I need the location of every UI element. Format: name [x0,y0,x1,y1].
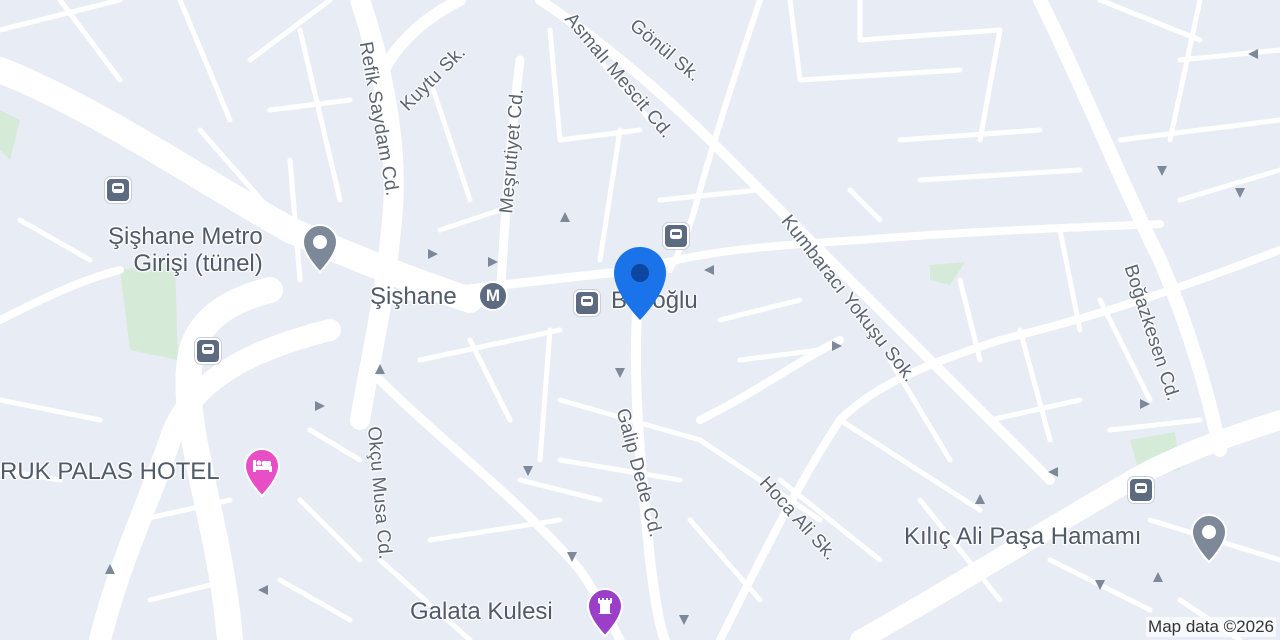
tower-pin-icon[interactable] [585,586,625,638]
map-attribution: Map data ©2026 [1146,617,1276,637]
bus-stop-icon[interactable] [1128,477,1154,503]
place-label-sishane-metro-girisi[interactable]: Şişhane Metro Girişi (tünel) [108,223,263,277]
selected-location-pin-icon[interactable] [610,244,670,324]
bus-stop-icon[interactable] [195,338,221,364]
funicular-station-icon[interactable] [574,290,600,316]
place-pin-icon[interactable] [1189,512,1229,564]
hotel-pin-icon[interactable] [242,446,282,498]
bus-stop-icon[interactable] [105,177,131,203]
place-label-kilic-ali-pasa-hamami[interactable]: Kılıç Ali Paşa Hamamı [904,523,1141,551]
place-label-galata-kulesi[interactable]: Galata Kulesi [410,598,553,626]
place-label-hotel[interactable]: RUK PALAS HOTEL [0,458,220,486]
metro-station-icon[interactable]: M [478,281,508,311]
map-canvas[interactable]: Refik Saydam Cd. Kuytu Sk. Meşrutiyet Cd… [0,0,1280,640]
place-label-sishane[interactable]: Şişhane [370,283,457,311]
place-pin-icon[interactable] [300,222,340,274]
